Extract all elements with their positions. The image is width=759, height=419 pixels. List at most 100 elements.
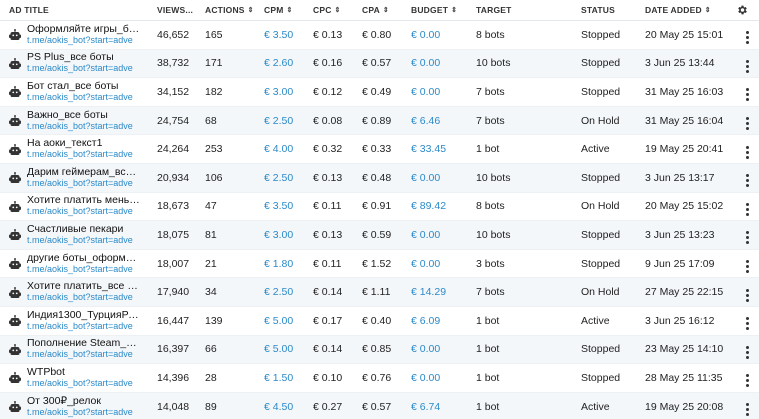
budget-value[interactable]: € 33.45 [411,143,476,155]
ad-title[interactable]: От 300₽_релок [27,396,141,407]
ad-title-cell[interactable]: WTPbot t.me/aokis_bot?start=adve [0,367,157,389]
status-badge[interactable]: On Hold [581,286,645,298]
cpm-value[interactable]: € 2.50 [264,172,313,184]
table-row[interactable]: Хотите платить_все бо... t.me/aokis_bot?… [0,278,759,307]
sort-icon[interactable]: ⇕ [383,6,389,14]
row-menu-button[interactable] [736,225,759,245]
ad-link[interactable]: t.me/aokis_bot?start=adve [27,407,141,418]
table-row[interactable]: От 300₽_релок t.me/aokis_bot?start=adve … [0,392,759,419]
budget-value[interactable]: € 0.00 [411,229,476,241]
row-menu-button[interactable] [736,368,759,388]
ad-title-cell[interactable]: Индия1300_ТурцияРел... t.me/aokis_bot?st… [0,310,157,332]
ad-link[interactable]: t.me/aokis_bot?start=adve [27,149,141,160]
table-row[interactable]: PS Plus_все боты t.me/aokis_bot?start=ad… [0,49,759,79]
ad-title[interactable]: Хотите платить меньш... [27,195,141,206]
sort-icon[interactable]: ⇕ [248,6,254,14]
ad-title[interactable]: Оформляйте игры_боты [27,24,141,35]
table-row[interactable]: Хотите платить меньш... t.me/aokis_bot?s… [0,193,759,222]
ad-title-cell[interactable]: От 300₽_релок t.me/aokis_bot?start=adve [0,396,157,418]
more-vertical-icon[interactable] [746,145,749,159]
ad-link[interactable]: t.me/aokis_bot?start=adve [27,92,141,103]
table-row[interactable]: Счастливые пекари t.me/aokis_bot?start=a… [0,221,759,250]
ad-title-cell[interactable]: Оформляйте игры_боты t.me/aokis_bot?star… [0,24,157,46]
ad-title-cell[interactable]: Бот стал_все боты t.me/aokis_bot?start=a… [0,81,157,103]
table-row[interactable]: Пополнение Steam_ку... t.me/aokis_bot?st… [0,335,759,365]
more-vertical-icon[interactable] [746,403,749,417]
ad-title-cell[interactable]: PS Plus_все боты t.me/aokis_bot?start=ad… [0,52,157,74]
more-vertical-icon[interactable] [746,231,749,245]
budget-value[interactable]: € 0.00 [411,343,476,355]
ad-link[interactable]: t.me/aokis_bot?start=adve [27,63,141,74]
more-vertical-icon[interactable] [746,374,749,388]
more-vertical-icon[interactable] [746,117,749,131]
status-badge[interactable]: On Hold [581,115,645,127]
cpm-value[interactable]: € 1.80 [264,258,313,270]
cpm-value[interactable]: € 5.00 [264,315,313,327]
col-header-cpc[interactable]: CPC ⇕ [313,5,362,15]
col-header-budget[interactable]: BUDGET ⇕ [411,5,476,15]
ad-link[interactable]: t.me/aokis_bot?start=adve [27,121,141,132]
row-menu-button[interactable] [736,311,759,331]
cpm-value[interactable]: € 2.50 [264,115,313,127]
ad-link[interactable]: t.me/aokis_bot?start=adve [27,292,141,303]
sort-icon[interactable]: ⇕ [335,6,341,14]
ad-title[interactable]: WTPbot [27,367,141,378]
ad-title[interactable]: Хотите платить_все бо... [27,281,141,292]
row-menu-button[interactable] [736,197,759,216]
status-badge[interactable]: Active [581,401,645,413]
row-menu-button[interactable] [736,140,759,159]
ad-link[interactable]: t.me/aokis_bot?start=adve [27,206,141,217]
cpm-value[interactable]: € 2.50 [264,286,313,298]
ad-title-cell[interactable]: На аоки_текст1 t.me/aokis_bot?start=adve [0,138,157,160]
cpm-value[interactable]: € 2.60 [264,57,313,69]
budget-value[interactable]: € 6.09 [411,315,476,327]
row-menu-button[interactable] [736,82,759,102]
more-vertical-icon[interactable] [746,288,749,302]
more-vertical-icon[interactable] [746,31,749,45]
table-row[interactable]: Индия1300_ТурцияРел... t.me/aokis_bot?st… [0,307,759,336]
ad-title[interactable]: Дарим геймерам_все ... [27,167,141,178]
status-badge[interactable]: Stopped [581,86,645,98]
status-badge[interactable]: Active [581,315,645,327]
table-row[interactable]: другие боты_оформи и... t.me/aokis_bot?s… [0,250,759,279]
gear-icon[interactable] [736,4,748,16]
table-row[interactable]: Бот стал_все боты t.me/aokis_bot?start=a… [0,78,759,107]
cpm-value[interactable]: € 3.00 [264,86,313,98]
ad-title-cell[interactable]: Хотите платить_все бо... t.me/aokis_bot?… [0,281,157,303]
cpm-value[interactable]: € 5.00 [264,343,313,355]
more-vertical-icon[interactable] [746,88,749,102]
ad-title[interactable]: Бот стал_все боты [27,81,141,92]
ad-link[interactable]: t.me/aokis_bot?start=adve [27,235,141,246]
ad-title[interactable]: PS Plus_все боты [27,52,141,63]
cpm-value[interactable]: € 3.50 [264,29,313,41]
status-badge[interactable]: Stopped [581,29,645,41]
ad-title[interactable]: На аоки_текст1 [27,138,141,149]
table-row[interactable]: Дарим геймерам_все ... t.me/aokis_bot?st… [0,163,759,193]
table-row[interactable]: WTPbot t.me/aokis_bot?start=adve 14,396 … [0,364,759,393]
sort-icon[interactable]: ⇕ [705,6,711,14]
budget-value[interactable]: € 0.00 [411,258,476,270]
row-menu-button[interactable] [736,283,759,302]
cpm-value[interactable]: € 4.00 [264,143,313,155]
row-menu-button[interactable] [736,168,759,188]
more-vertical-icon[interactable] [746,317,749,331]
cpm-value[interactable]: € 4.50 [264,401,313,413]
row-menu-button[interactable] [736,254,759,274]
col-header-title[interactable]: AD TITLE [0,5,157,15]
ad-title-cell[interactable]: другие боты_оформи и... t.me/aokis_bot?s… [0,253,157,275]
more-vertical-icon[interactable] [746,59,749,73]
ad-link[interactable]: t.me/aokis_bot?start=adve [27,264,141,275]
status-badge[interactable]: Stopped [581,258,645,270]
ad-link[interactable]: t.me/aokis_bot?start=adve [27,35,141,46]
budget-value[interactable]: € 14.29 [411,286,476,298]
ad-link[interactable]: t.me/aokis_bot?start=adve [27,378,141,389]
ad-title-cell[interactable]: Важно_все боты t.me/aokis_bot?start=adve [0,110,157,132]
more-vertical-icon[interactable] [746,345,749,359]
row-menu-button[interactable] [736,340,759,359]
table-row[interactable]: Оформляйте игры_боты t.me/aokis_bot?star… [0,21,759,50]
ad-title[interactable]: другие боты_оформи и... [27,253,141,264]
settings-button[interactable] [736,4,759,16]
status-badge[interactable]: Stopped [581,343,645,355]
cpm-value[interactable]: € 3.50 [264,200,313,212]
more-vertical-icon[interactable] [746,260,749,274]
